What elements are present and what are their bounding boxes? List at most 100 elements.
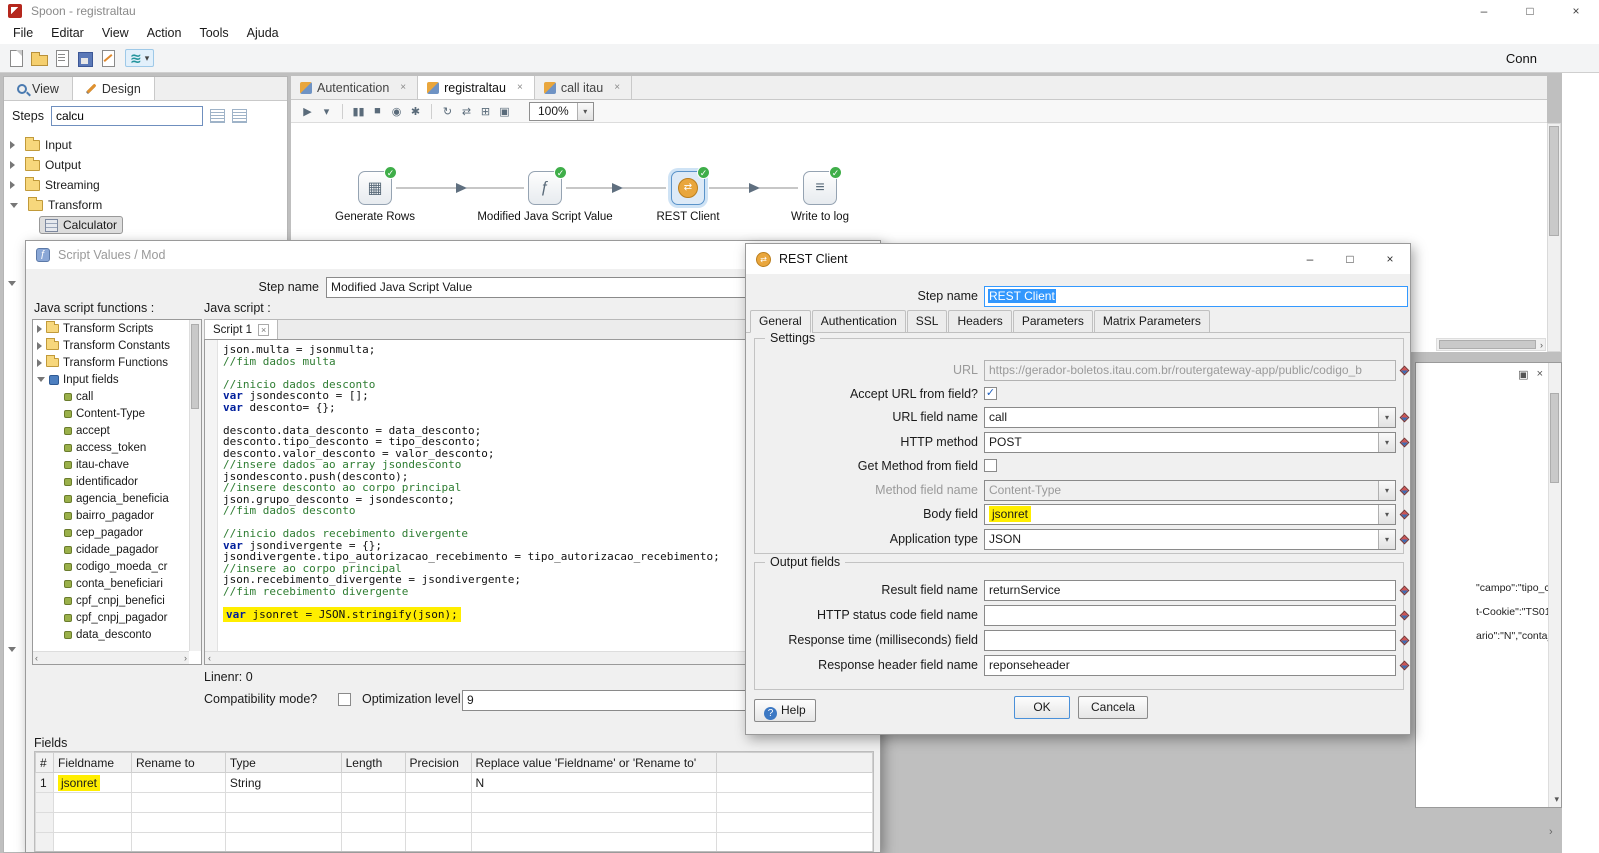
function-item-input-fields[interactable]: Input fields xyxy=(33,371,201,388)
tree-expander-icon[interactable] xyxy=(37,359,42,367)
canvas-vscroll[interactable] xyxy=(1547,123,1561,352)
variable-icon[interactable] xyxy=(1401,360,1413,381)
close-panel-icon[interactable]: × xyxy=(1537,368,1543,381)
functions-vscroll[interactable] xyxy=(189,320,201,651)
tree-expander-icon[interactable] xyxy=(8,281,16,286)
accept-url-checkbox[interactable]: ✓ xyxy=(984,387,997,400)
new-file-icon[interactable] xyxy=(6,49,25,68)
tree-expander-icon[interactable] xyxy=(10,203,18,208)
select-all-button[interactable]: ▣ xyxy=(496,104,513,119)
table-row[interactable]: 1jsonretStringN xyxy=(36,773,873,793)
flow-step-write-to-log[interactable]: ≡✓Write to log xyxy=(735,171,905,223)
http-status-code-input[interactable] xyxy=(984,605,1396,626)
chevron-down-icon[interactable]: ▾ xyxy=(577,103,593,120)
flow-step-generate-rows[interactable]: ▦✓Generate Rows xyxy=(290,171,460,223)
preview-button[interactable]: ◉ xyxy=(388,104,405,119)
collapse-all-icon[interactable] xyxy=(232,109,247,123)
variable-icon[interactable] xyxy=(1401,605,1413,626)
http-method-combo[interactable]: POST ▾ xyxy=(984,432,1396,453)
function-item-bairro-pagador[interactable]: bairro_pagador xyxy=(33,507,201,524)
variable-icon[interactable] xyxy=(1401,480,1413,501)
run-options-button[interactable]: ▾ xyxy=(318,104,335,119)
tree-expander-icon[interactable] xyxy=(10,141,15,149)
perspective-switcher[interactable]: ≋ ▾ xyxy=(125,49,154,67)
function-item-cidade-pagador[interactable]: cidade_pagador xyxy=(33,541,201,558)
canvas-hscroll[interactable]: › xyxy=(1436,338,1546,351)
menu-file[interactable]: File xyxy=(4,23,42,43)
close-tab-icon[interactable]: × xyxy=(258,324,269,336)
minimize-icon[interactable]: – xyxy=(1290,244,1330,274)
run-button[interactable]: ▶ xyxy=(299,104,316,119)
rest-dialog-titlebar[interactable]: ⇄ REST Client – □ × xyxy=(746,244,1410,274)
tree-expander-icon[interactable] xyxy=(10,161,15,169)
tree-expander-icon[interactable] xyxy=(37,325,42,333)
tab-general[interactable]: General xyxy=(750,310,811,333)
scroll-left-icon[interactable]: ‹ xyxy=(208,653,211,663)
tab-script-1[interactable]: Script 1 × xyxy=(205,320,278,339)
function-item-call[interactable]: call xyxy=(33,388,201,405)
checkpoint-button[interactable]: ⇄ xyxy=(458,104,475,119)
steps-search-input[interactable] xyxy=(51,106,203,126)
save-as-icon[interactable] xyxy=(98,49,117,68)
maximize-panel-icon[interactable]: ▣ xyxy=(1518,368,1528,381)
function-item-transform-functions[interactable]: Transform Functions xyxy=(33,354,201,371)
chevron-down-icon[interactable]: ▾ xyxy=(145,53,150,64)
function-item-conta-beneficiari[interactable]: conta_beneficiari xyxy=(33,575,201,592)
menu-editar[interactable]: Editar xyxy=(42,23,93,43)
tab-ssl[interactable]: SSL xyxy=(907,310,948,333)
maximize-icon[interactable]: □ xyxy=(1507,0,1553,22)
close-icon[interactable]: × xyxy=(1370,244,1410,274)
function-item-cpf-cnpj-benefici[interactable]: cpf_cnpj_benefici xyxy=(33,592,201,609)
ok-button[interactable]: OK xyxy=(1014,696,1070,719)
response-time-input[interactable] xyxy=(984,630,1396,651)
close-tab-icon[interactable]: × xyxy=(398,81,408,94)
save-icon[interactable] xyxy=(75,49,94,68)
tab-authentication[interactable]: Authentication xyxy=(812,310,906,333)
canvas-tab-call-itau[interactable]: call itau× xyxy=(535,76,632,99)
tree-item-input[interactable]: Input xyxy=(4,135,287,155)
response-header-input[interactable]: reponseheader xyxy=(984,655,1396,676)
scroll-right-icon[interactable]: › xyxy=(1549,826,1553,838)
chevron-down-icon[interactable]: ▾ xyxy=(1378,530,1395,549)
tree-expander-icon[interactable] xyxy=(10,181,15,189)
open-file-icon[interactable] xyxy=(29,49,48,68)
tree-item-transform[interactable]: Transform xyxy=(4,195,287,215)
functions-hscroll[interactable]: ‹ › xyxy=(33,651,189,664)
close-tab-icon[interactable]: × xyxy=(515,81,525,94)
function-item-transform-constants[interactable]: Transform Constants xyxy=(33,337,201,354)
connect-button[interactable]: Conn xyxy=(1506,51,1537,66)
menu-tools[interactable]: Tools xyxy=(190,23,237,43)
function-item-access-token[interactable]: access_token xyxy=(33,439,201,456)
menu-view[interactable]: View xyxy=(93,23,138,43)
zoom-combo[interactable]: 100% ▾ xyxy=(529,102,594,121)
tab-parameters[interactable]: Parameters xyxy=(1013,310,1093,333)
replay-button[interactable]: ↻ xyxy=(439,104,456,119)
function-item-cep-pagador[interactable]: cep_pagador xyxy=(33,524,201,541)
close-icon[interactable]: × xyxy=(1553,0,1599,22)
cancel-button[interactable]: Cancela xyxy=(1078,696,1148,719)
tab-view[interactable]: View xyxy=(4,77,73,100)
variable-icon[interactable] xyxy=(1401,630,1413,651)
canvas-tab-autentication[interactable]: Autentication× xyxy=(291,76,418,99)
chevron-down-icon[interactable]: ▾ xyxy=(1378,408,1395,427)
tree-item-output[interactable]: Output xyxy=(4,155,287,175)
function-item-agencia-beneficia[interactable]: agencia_beneficia xyxy=(33,490,201,507)
minimize-icon[interactable]: – xyxy=(1461,0,1507,22)
tab-matrix-parameters[interactable]: Matrix Parameters xyxy=(1094,310,1210,333)
function-item-transform-scripts[interactable]: Transform Scripts xyxy=(33,320,201,337)
scroll-right-icon[interactable]: › xyxy=(184,653,187,663)
chevron-down-icon[interactable]: ▾ xyxy=(1378,505,1395,524)
url-field-name-combo[interactable]: call ▾ xyxy=(984,407,1396,428)
table-row-empty[interactable] xyxy=(36,833,873,853)
tab-headers[interactable]: Headers xyxy=(948,310,1011,333)
variable-icon[interactable] xyxy=(1401,432,1413,453)
step-name-input[interactable]: REST Client xyxy=(984,286,1408,307)
variable-icon[interactable] xyxy=(1401,504,1413,525)
maximize-icon[interactable]: □ xyxy=(1330,244,1370,274)
tree-item-calculator[interactable]: Calculator xyxy=(4,215,287,235)
function-item-accept[interactable]: accept xyxy=(33,422,201,439)
tree-expander-icon[interactable] xyxy=(37,342,42,350)
canvas-tab-registraltau[interactable]: registraltau× xyxy=(418,76,535,99)
function-item-codigo-moeda-cr[interactable]: codigo_moeda_cr xyxy=(33,558,201,575)
table-row-empty[interactable] xyxy=(36,813,873,833)
